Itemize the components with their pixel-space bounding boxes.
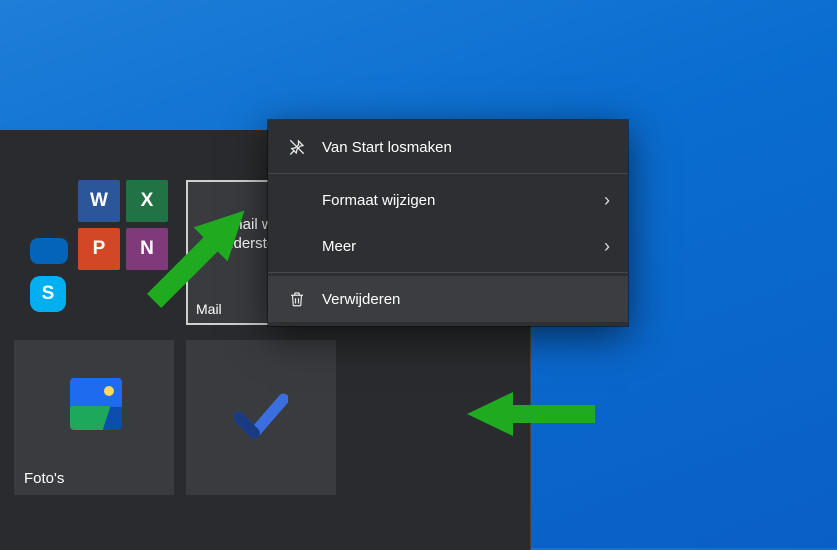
skype-icon[interactable]: S [30, 276, 66, 312]
photos-tile[interactable]: Foto's [14, 340, 174, 495]
chevron-right-icon: › [604, 190, 610, 211]
menu-label-unpin: Van Start losmaken [312, 139, 610, 156]
word-icon[interactable]: W [78, 180, 120, 222]
menu-item-resize[interactable]: Formaat wijzigen › [268, 177, 628, 223]
menu-separator [268, 173, 628, 174]
menu-item-uninstall[interactable]: Verwijderen [268, 276, 628, 322]
menu-label-uninstall: Verwijderen [312, 291, 610, 308]
menu-label-resize: Formaat wijzigen [312, 192, 604, 209]
tile-context-menu: Van Start losmaken Formaat wijzigen › Me… [268, 120, 628, 326]
excel-icon[interactable]: X [126, 180, 168, 222]
todo-tile[interactable] [186, 340, 336, 495]
office-apps-tile[interactable]: W X P N S [24, 180, 174, 330]
onedrive-icon[interactable] [30, 238, 68, 264]
photos-icon [70, 378, 122, 430]
powerpoint-icon[interactable]: P [78, 228, 120, 270]
annotation-arrow-2 [465, 387, 595, 441]
checkmark-icon [234, 388, 288, 442]
photos-tile-label: Foto's [24, 470, 64, 487]
mail-tile-label: Mail [196, 301, 222, 317]
menu-item-unpin[interactable]: Van Start losmaken [268, 124, 628, 170]
menu-item-more[interactable]: Meer › [268, 223, 628, 269]
menu-separator [268, 272, 628, 273]
menu-label-more: Meer [312, 238, 604, 255]
chevron-right-icon: › [604, 236, 610, 257]
trash-icon [282, 290, 312, 308]
unpin-icon [282, 138, 312, 156]
